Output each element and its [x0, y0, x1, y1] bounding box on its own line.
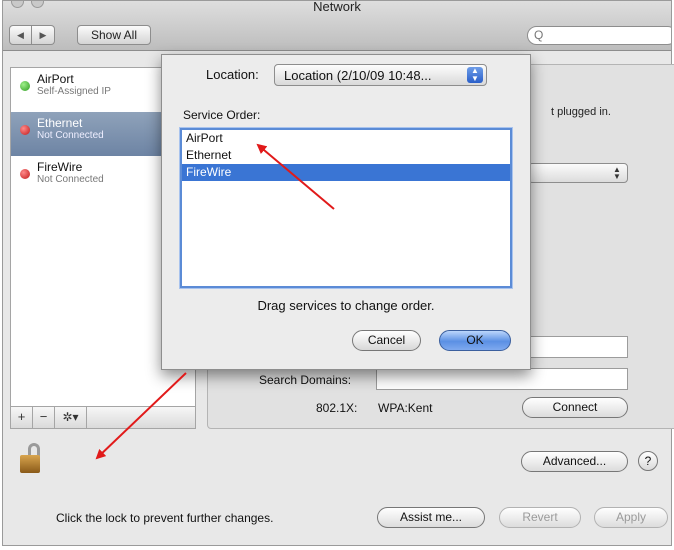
auth-label: 802.1X:	[316, 401, 358, 415]
search-domains-label: Search Domains:	[259, 373, 352, 387]
dns-servers-field[interactable]	[530, 336, 628, 358]
gear-icon[interactable]: ✲▾	[55, 407, 87, 428]
assist-me-button[interactable]: Assist me...	[377, 507, 485, 528]
search-icon: Q	[534, 28, 544, 42]
service-order-list[interactable]: AirPort Ethernet FireWire	[180, 128, 512, 288]
connect-button[interactable]: Connect	[522, 397, 628, 418]
title-bar: Network ◀ ▶ Show All Q	[3, 1, 671, 51]
nav-buttons: ◀ ▶	[9, 25, 55, 45]
search-domains-field[interactable]	[376, 368, 628, 390]
status-green-icon	[20, 81, 30, 91]
advanced-button[interactable]: Advanced...	[521, 451, 628, 472]
search-field[interactable]: Q	[527, 26, 671, 45]
location-popup[interactable]: Location (2/10/09 10:48... ▲ ▼	[274, 64, 487, 86]
lock-icon[interactable]	[20, 443, 42, 475]
service-list-toolbar: + − ✲▾	[10, 407, 196, 429]
auth-value: WPA:Kent	[378, 401, 433, 415]
order-item-airport[interactable]: AirPort	[182, 130, 510, 147]
back-arrow-icon[interactable]: ◀	[9, 25, 32, 45]
order-item-firewire[interactable]: FireWire	[182, 164, 510, 181]
ok-button[interactable]: OK	[439, 330, 511, 351]
popup-arrows-icon: ▲ ▼	[467, 67, 483, 83]
remove-service-button[interactable]: −	[33, 407, 55, 428]
show-all-button[interactable]: Show All	[77, 25, 151, 45]
lock-text: Click the lock to prevent further change…	[56, 511, 274, 525]
order-item-ethernet[interactable]: Ethernet	[182, 147, 510, 164]
status-text: t plugged in.	[551, 106, 611, 118]
status-red-icon	[20, 169, 30, 179]
status-red-icon	[20, 125, 30, 135]
service-order-label: Service Order:	[183, 108, 261, 122]
configure-popup[interactable]: ▲ ▼	[528, 163, 628, 183]
add-service-button[interactable]: +	[11, 407, 33, 428]
window-title: Network	[313, 0, 361, 14]
location-value: Location (2/10/09 10:48...	[284, 68, 432, 83]
cancel-button[interactable]: Cancel	[352, 330, 421, 351]
drag-hint: Drag services to change order.	[257, 298, 435, 313]
service-order-sheet: Location: Location (2/10/09 10:48... ▲ ▼ …	[161, 54, 531, 370]
popup-arrows-icon: ▲ ▼	[613, 165, 621, 181]
location-label: Location:	[206, 67, 259, 82]
help-button[interactable]: ?	[638, 451, 658, 471]
revert-button[interactable]: Revert	[499, 507, 581, 528]
apply-button[interactable]: Apply	[594, 507, 668, 528]
forward-arrow-icon[interactable]: ▶	[32, 25, 55, 45]
